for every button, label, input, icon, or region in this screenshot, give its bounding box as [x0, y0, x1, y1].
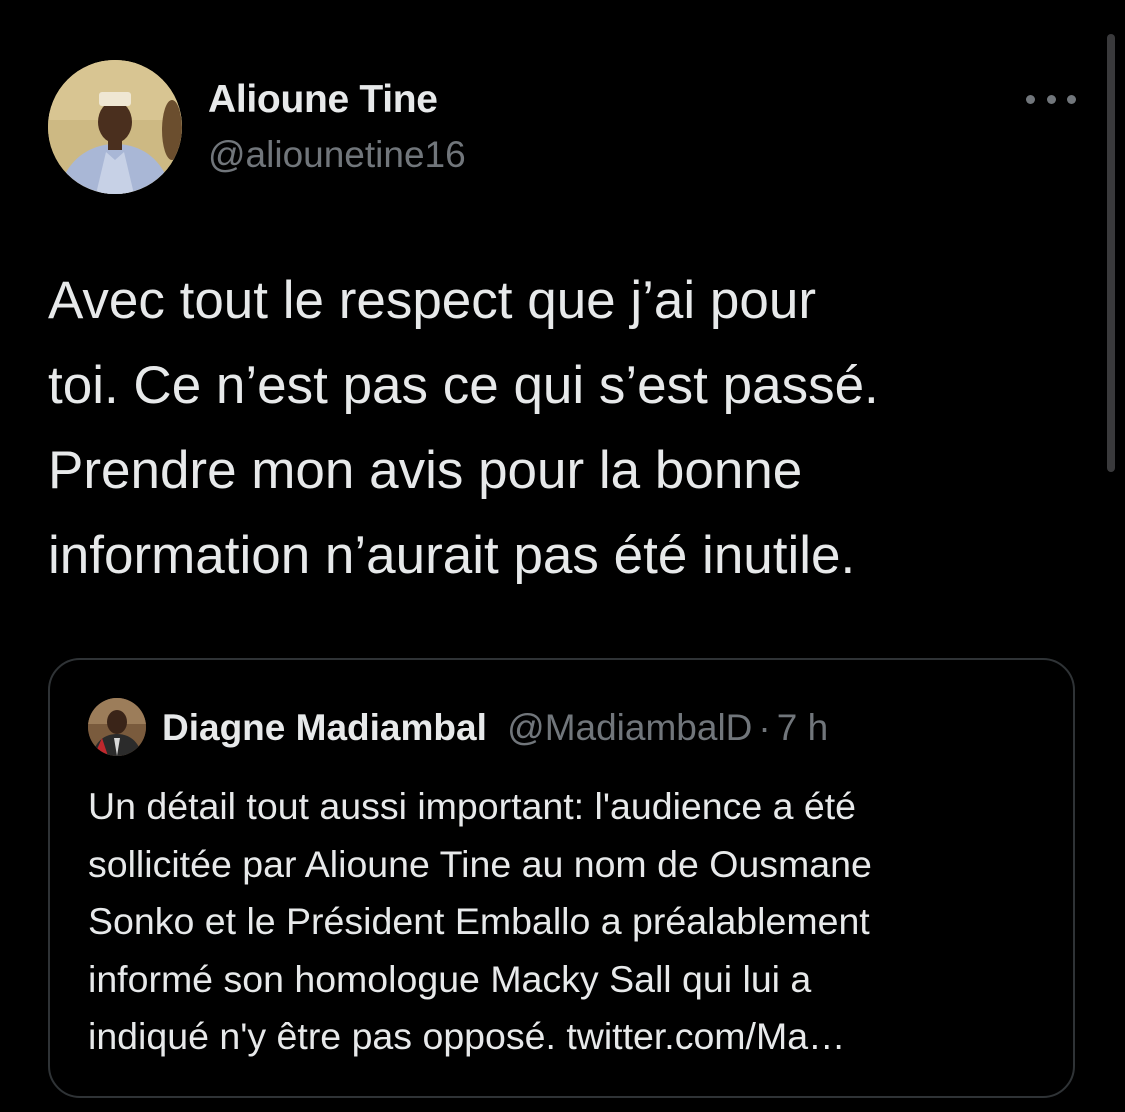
quoted-tweet-timestamp[interactable]: 7 h	[777, 707, 828, 748]
tweet-text-line: information n’aurait pas été inutile.	[48, 526, 856, 585]
more-dot	[1067, 94, 1076, 104]
quoted-author-avatar-photo	[88, 698, 146, 756]
quoted-text-line: sollicitée par Alioune Tine au nom de Ou…	[88, 842, 872, 885]
quoted-text-line: informé son homologue Macky Sall qui lui…	[88, 957, 812, 1000]
author-display-name[interactable]: Alioune Tine	[208, 78, 438, 122]
author-handle[interactable]: @aliounetine16	[208, 134, 466, 176]
more-dot	[1046, 94, 1056, 104]
quoted-author-avatar[interactable]	[88, 698, 146, 756]
scrollbar[interactable]	[1107, 34, 1115, 472]
quoted-author-handle[interactable]: @MadiambalD	[507, 707, 752, 748]
quoted-tweet-card[interactable]: Diagne Madiambal @MadiambalD · 7 h Un déta…	[48, 658, 1075, 1098]
author-avatar-photo	[48, 60, 182, 194]
author-avatar[interactable]	[48, 60, 182, 194]
quoted-tweet-text: Un détail tout aussi important: l'audien…	[88, 778, 1058, 1066]
more-dot	[1026, 94, 1035, 104]
quoted-text-line: indiqué n'y être pas opposé. twitter.com…	[88, 1015, 846, 1057]
quoted-tweet-header: Diagne Madiambal @MadiambalD · 7 h	[162, 706, 828, 750]
tweet-text-line: Avec tout le respect que j’ai pour	[48, 271, 816, 330]
quoted-text-line: Un détail tout aussi important: l'audien…	[88, 785, 857, 827]
quoted-text-line: Sonko et le Président Emballo a préalabl…	[88, 900, 870, 942]
tweet-text-line: Prendre mon avis pour la bonne	[48, 441, 803, 500]
tweet-text-line: toi. Ce n’est pas ce qui s’est passé.	[48, 356, 879, 415]
more-horizontal-icon[interactable]	[1026, 86, 1076, 112]
header-separator: ·	[758, 707, 771, 748]
quoted-author-display-name[interactable]: Diagne Madiambal	[162, 707, 487, 748]
tweet-text: Avec tout le respect que j’ai pour toi. …	[48, 258, 1078, 598]
